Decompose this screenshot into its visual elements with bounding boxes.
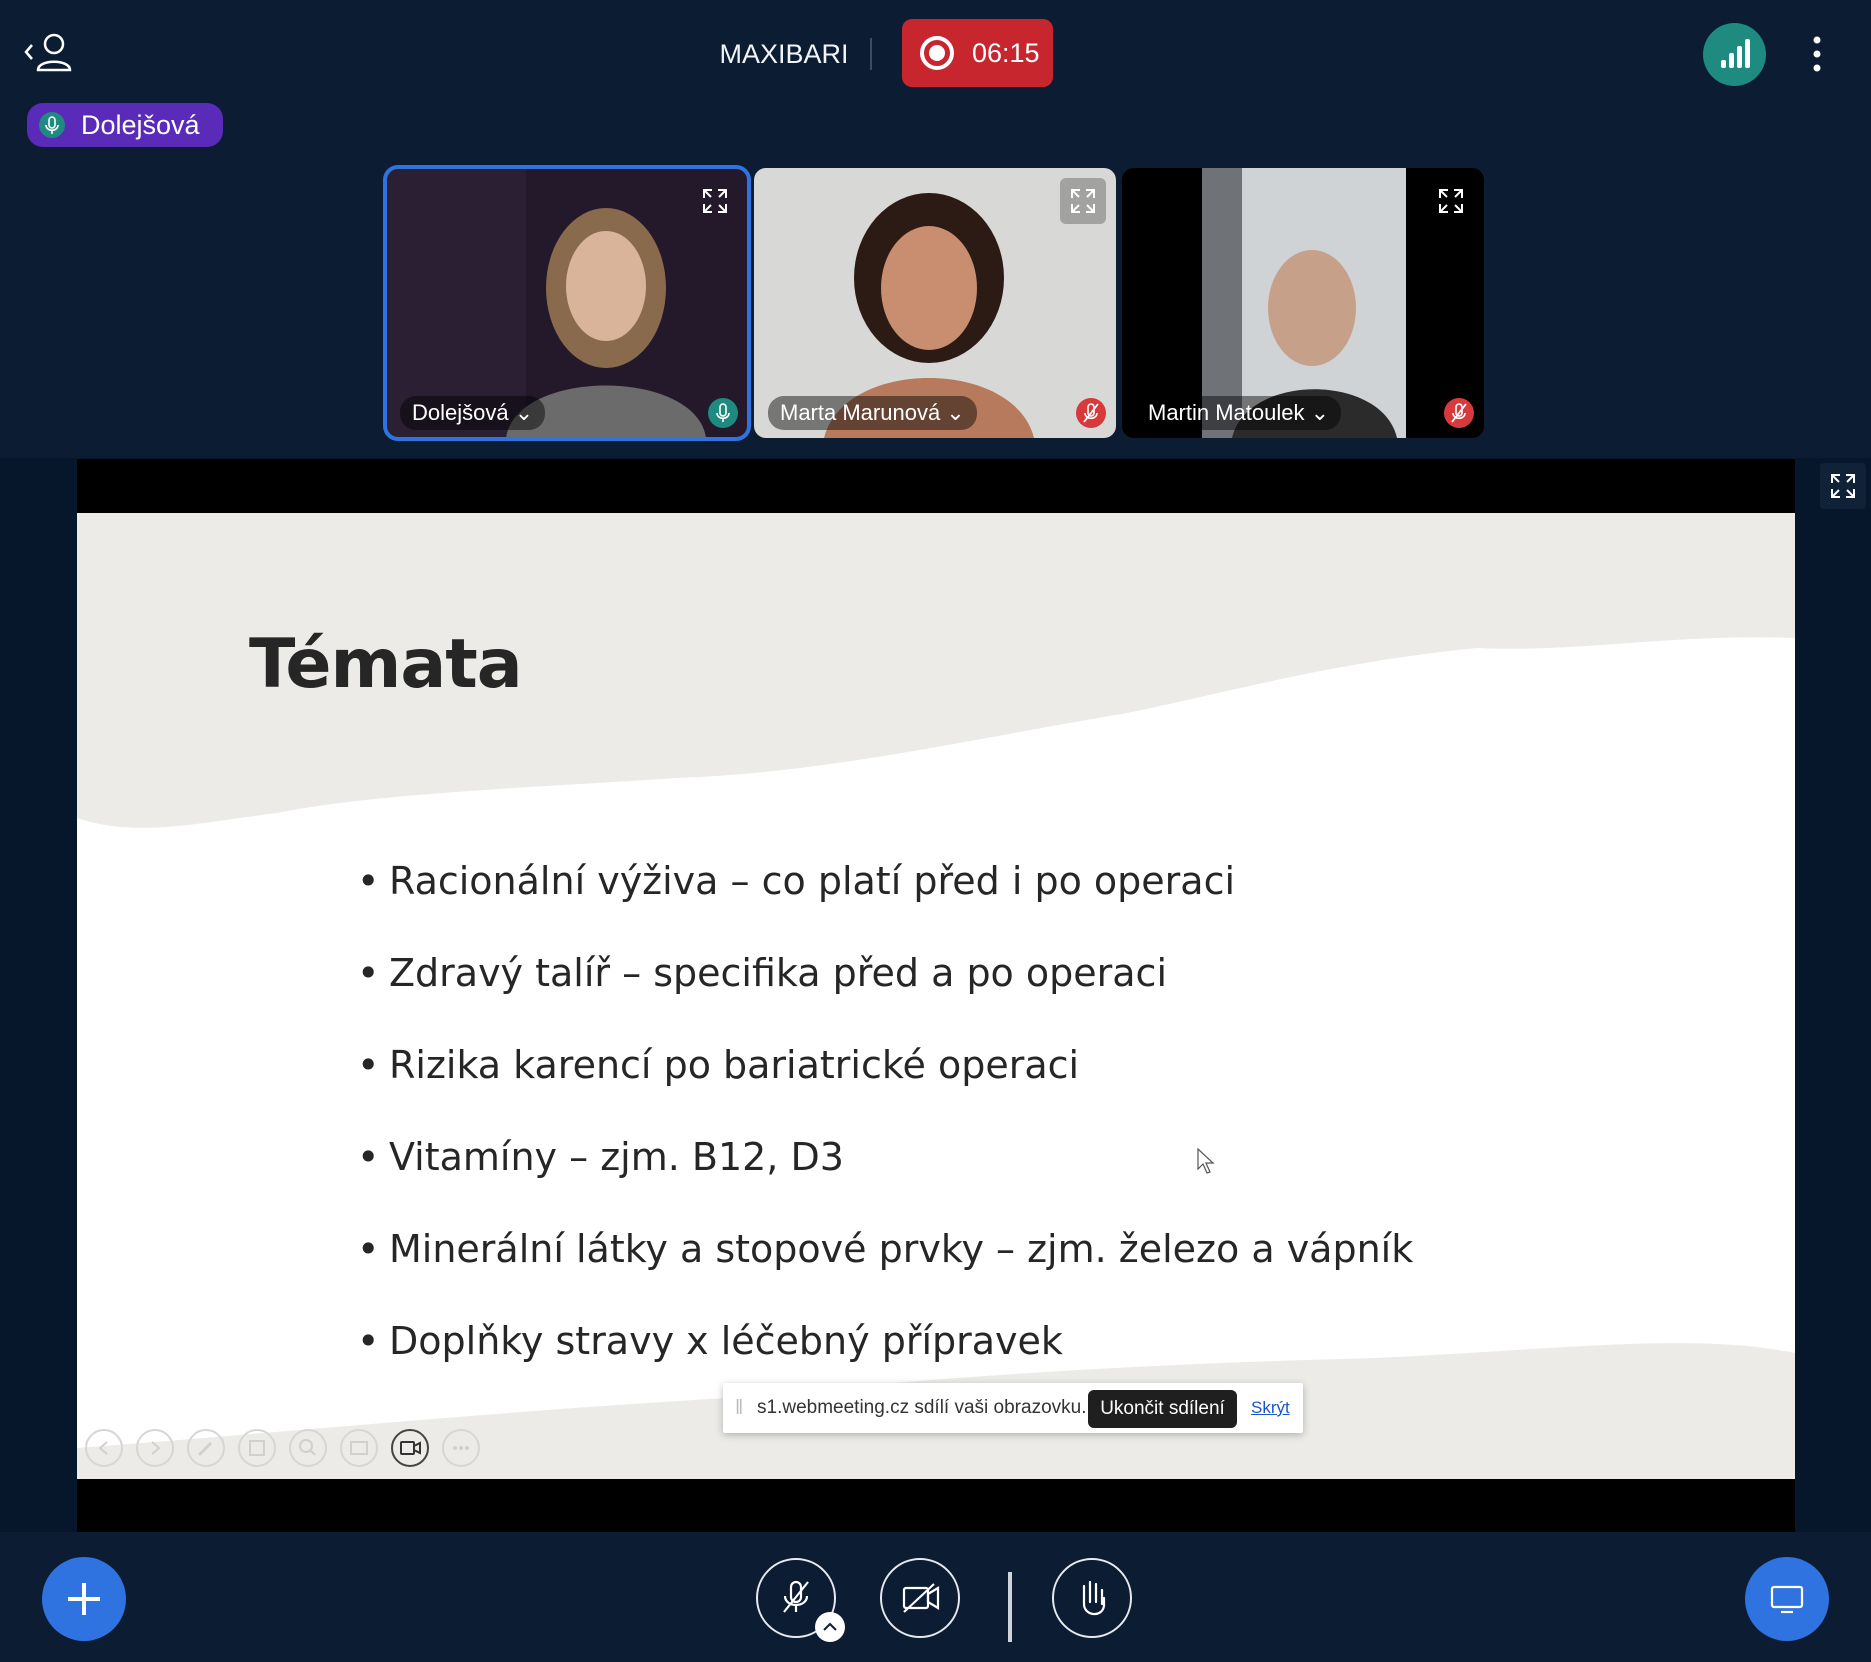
expand-icon <box>1071 189 1095 213</box>
camera-toggle-button[interactable] <box>880 1558 960 1638</box>
slide-bullet: Vitamíny – zjm. B12, D3 <box>357 1134 1413 1226</box>
mouse-cursor-icon <box>1197 1147 1215 1174</box>
active-speaker-chip: Dolejšová <box>27 103 223 147</box>
slide-bullet: Rizika karencí po bariatrické operaci <box>357 1042 1413 1134</box>
expand-tile-button[interactable] <box>692 178 738 224</box>
mic-muted-icon <box>1076 398 1106 428</box>
subtitles-icon[interactable] <box>340 1429 378 1467</box>
participant-name[interactable]: Dolejšová ⌄ <box>400 396 546 430</box>
slide-bullet: Racionální výživa – co platí před i po o… <box>357 858 1413 950</box>
stop-sharing-button[interactable]: Ukončit sdílení <box>1088 1390 1237 1428</box>
room-title: MAXIBARI <box>719 39 849 69</box>
raise-hand-button[interactable] <box>1052 1558 1132 1638</box>
slides-grid-icon[interactable] <box>238 1429 276 1467</box>
participant-name[interactable]: Martin Matoulek ⌄ <box>1136 396 1342 430</box>
recording-indicator[interactable]: 06:15 <box>902 19 1053 87</box>
plus-icon <box>68 1583 100 1615</box>
share-screen-button[interactable] <box>1745 1557 1829 1641</box>
expand-tile-button[interactable] <box>1060 178 1106 224</box>
more-icon[interactable] <box>442 1429 480 1467</box>
mic-options-button[interactable] <box>815 1612 845 1642</box>
mic-muted-icon <box>1444 398 1474 428</box>
kebab-icon <box>1813 36 1821 72</box>
signal-icon <box>1721 39 1750 68</box>
participant-name[interactable]: Marta Marunová ⌄ <box>768 396 977 430</box>
drag-handle-icon[interactable]: ‖ <box>735 1397 743 1419</box>
add-button[interactable] <box>42 1557 126 1641</box>
camera-icon[interactable] <box>391 1429 429 1467</box>
active-speaker-name: Dolejšová <box>81 110 200 140</box>
next-slide-icon[interactable] <box>136 1429 174 1467</box>
participants-back-button[interactable] <box>22 28 78 76</box>
camera-off-icon <box>902 1583 940 1613</box>
mic-icon <box>39 112 65 138</box>
toolbar-divider <box>1008 1572 1012 1642</box>
participant-tile[interactable]: Martin Matoulek ⌄ <box>1122 168 1484 438</box>
participant-tile[interactable]: Dolejšová ⌄ <box>383 165 751 441</box>
previous-slide-icon[interactable] <box>85 1429 123 1467</box>
connection-quality-button[interactable] <box>1703 23 1766 86</box>
share-screen-icon <box>1770 1585 1804 1614</box>
zoom-icon[interactable] <box>289 1429 327 1467</box>
slide-bullet: Zdravý talíř – specifika před a po opera… <box>357 950 1413 1042</box>
back-user-icon <box>24 33 72 72</box>
raise-hand-icon <box>1082 1580 1106 1616</box>
participant-tile[interactable]: Marta Marunová ⌄ <box>754 168 1116 438</box>
more-options-button[interactable] <box>1805 30 1829 78</box>
screen-share-banner: ‖ s1.webmeeting.cz sdílí vaši obrazovku.… <box>723 1383 1303 1433</box>
record-icon <box>920 36 954 70</box>
hide-banner-link[interactable]: Skrýt <box>1251 1383 1290 1433</box>
mic-icon <box>708 398 738 428</box>
chevron-up-icon <box>823 1622 837 1631</box>
pen-icon[interactable] <box>187 1429 225 1467</box>
title-divider <box>870 38 872 70</box>
expand-tile-button[interactable] <box>1428 178 1474 224</box>
expand-icon <box>1439 189 1463 213</box>
recording-timer: 06:15 <box>972 38 1040 68</box>
fullscreen-button[interactable] <box>1820 463 1866 509</box>
expand-icon <box>703 189 727 213</box>
shared-slide: Témata Racionální výživa – co platí před… <box>77 513 1795 1479</box>
share-banner-message: s1.webmeeting.cz sdílí vaši obrazovku. <box>757 1397 1087 1418</box>
slide-title: Témata <box>249 625 523 704</box>
slide-bullet-list: Racionální výživa – co platí před i po o… <box>357 858 1413 1410</box>
expand-icon <box>1831 474 1855 498</box>
slide-bullet: Minerální látky a stopové prvky – zjm. ž… <box>357 1226 1413 1318</box>
